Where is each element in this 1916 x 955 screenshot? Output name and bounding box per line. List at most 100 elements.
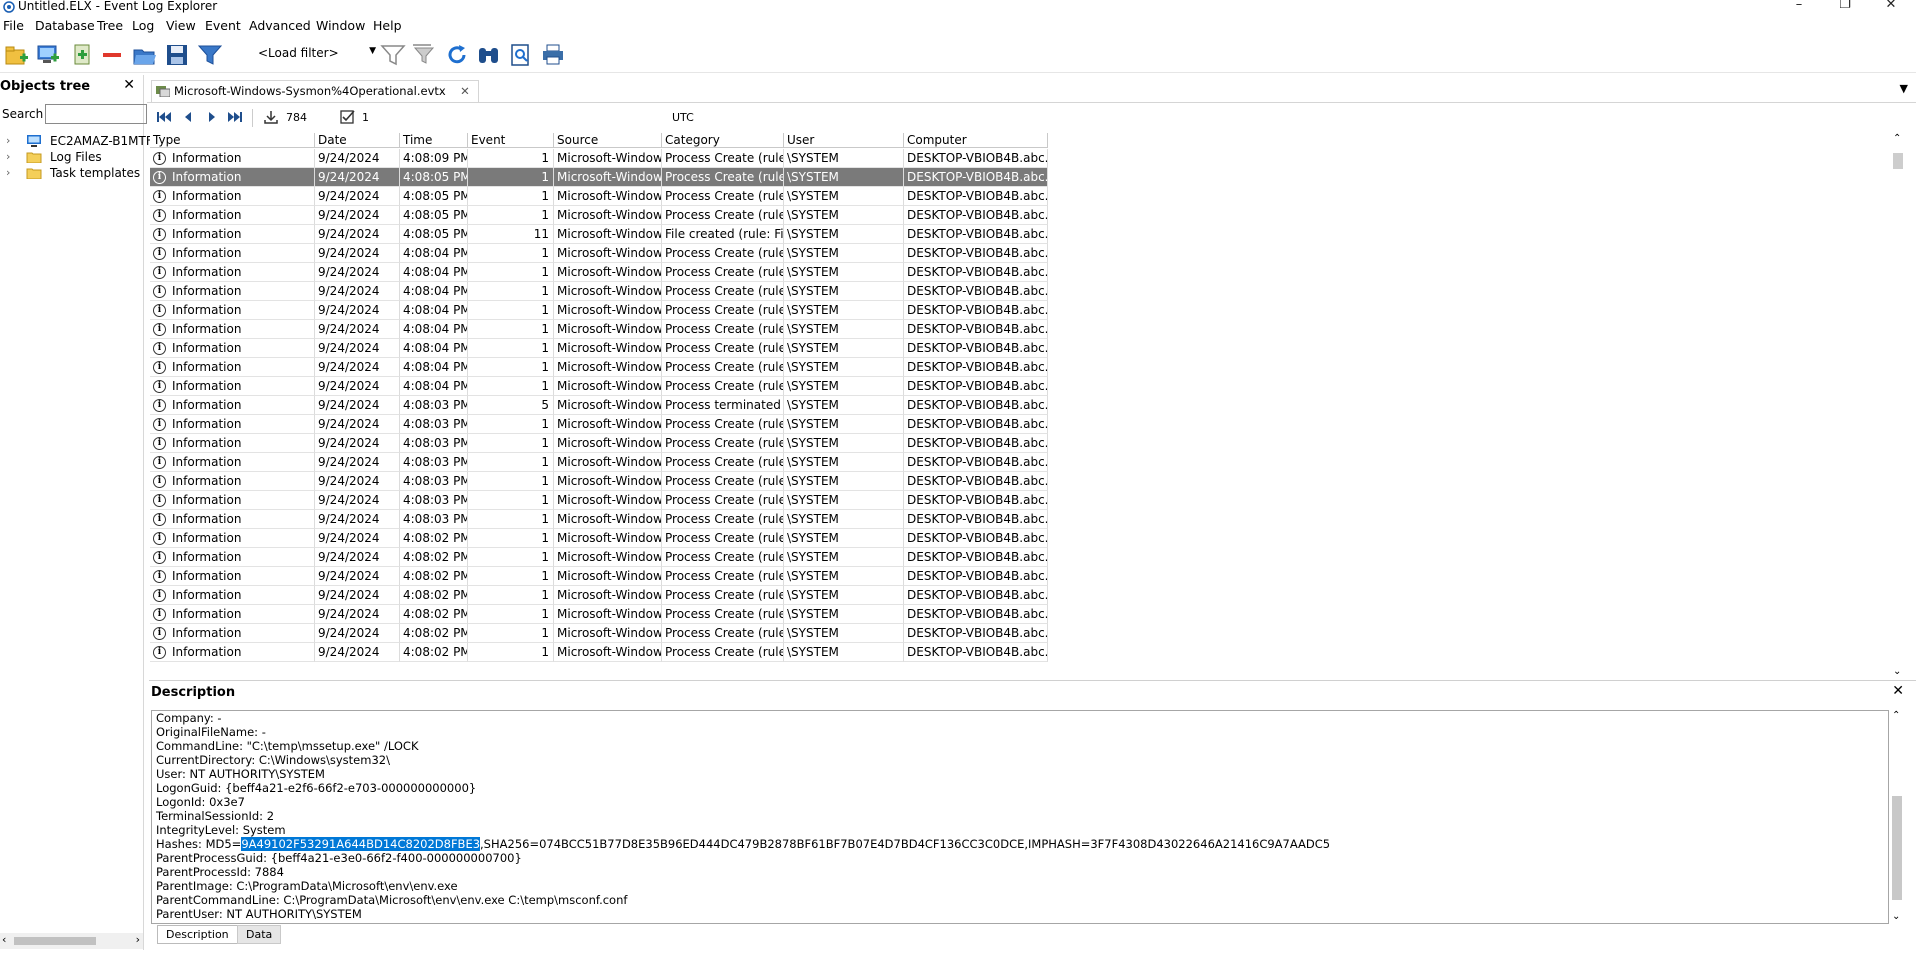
table-row[interactable]: i Information 9/24/2024 4:08:05 PM 1 Microsof… bbox=[150, 206, 1048, 225]
chevron-right-icon[interactable]: › bbox=[6, 133, 10, 149]
cell-type: i Information bbox=[150, 624, 315, 643]
table-row[interactable]: i Information 9/24/2024 4:08:04 PM 1 Microsof… bbox=[150, 320, 1048, 339]
column-header-category[interactable]: Category bbox=[662, 133, 784, 148]
table-row[interactable]: i Information 9/24/2024 4:08:03 PM 5 Microsof… bbox=[150, 396, 1048, 415]
table-row[interactable]: i Information 9/24/2024 4:08:03 PM 1 Microsof… bbox=[150, 510, 1048, 529]
scroll-left-icon[interactable]: ‹ bbox=[2, 933, 6, 946]
table-row[interactable]: i Information 9/24/2024 4:08:05 PM 1 Microsof… bbox=[150, 168, 1048, 187]
minimize-icon[interactable]: – bbox=[1776, 0, 1822, 14]
remove-icon[interactable] bbox=[100, 42, 126, 68]
description-text-box[interactable]: Company: - OriginalFileName: - CommandLine… bbox=[151, 710, 1889, 924]
new-folder-icon[interactable] bbox=[4, 42, 30, 68]
filter-icon[interactable] bbox=[197, 42, 223, 68]
table-row[interactable]: i Information 9/24/2024 4:08:05 PM 11 Microso… bbox=[150, 225, 1048, 244]
tree-item-task-templates[interactable]: › Task templates bbox=[0, 165, 143, 181]
scroll-down-icon[interactable]: ⌄ bbox=[1893, 666, 1901, 677]
menu-event[interactable]: Event bbox=[205, 18, 241, 34]
find-document-icon[interactable] bbox=[508, 42, 534, 68]
load-filter-dropdown[interactable]: <Load filter> ▼ bbox=[258, 46, 376, 64]
save-icon[interactable] bbox=[164, 42, 190, 68]
scroll-down-icon[interactable]: ⌄ bbox=[1892, 911, 1900, 922]
table-row[interactable]: i Information 9/24/2024 4:08:04 PM 1 Microsof… bbox=[150, 377, 1048, 396]
table-row[interactable]: i Information 9/24/2024 4:08:04 PM 1 Microsof… bbox=[150, 244, 1048, 263]
description-vertical-scrollbar[interactable]: ⌃ ⌄ bbox=[1889, 710, 1905, 922]
table-row[interactable]: i Information 9/24/2024 4:08:04 PM 1 Microsof… bbox=[150, 358, 1048, 377]
tab-list-dropdown-icon[interactable]: ▼ bbox=[1900, 82, 1908, 95]
table-row[interactable]: i Information 9/24/2024 4:08:02 PM 1 Microsof… bbox=[150, 567, 1048, 586]
table-row[interactable]: i Information 9/24/2024 4:08:02 PM 1 Microsof… bbox=[150, 624, 1048, 643]
menu-help[interactable]: Help bbox=[373, 18, 402, 34]
tree-item-computer[interactable]: › EC2AMAZ-B1MTF bbox=[0, 133, 153, 149]
column-header-source[interactable]: Source bbox=[554, 133, 662, 148]
table-row[interactable]: i Information 9/24/2024 4:08:09 PM 1 Microsof… bbox=[150, 149, 1048, 168]
table-row[interactable]: i Information 9/24/2024 4:08:02 PM 1 Microsof… bbox=[150, 643, 1048, 662]
search-input[interactable] bbox=[45, 104, 147, 124]
scrollbar-thumb[interactable] bbox=[1892, 796, 1902, 900]
scroll-up-icon[interactable]: ⌃ bbox=[1892, 710, 1900, 721]
filter-multi-icon[interactable] bbox=[411, 42, 437, 68]
scroll-up-icon[interactable]: ⌃ bbox=[1893, 133, 1901, 144]
add-computer-icon[interactable] bbox=[35, 42, 61, 68]
menu-database[interactable]: Database bbox=[35, 18, 95, 34]
scrollbar-thumb[interactable] bbox=[14, 937, 96, 945]
table-row[interactable]: i Information 9/24/2024 4:08:03 PM 1 Microsof… bbox=[150, 415, 1048, 434]
menu-view[interactable]: View bbox=[166, 18, 196, 34]
table-row[interactable]: i Information 9/24/2024 4:08:03 PM 1 Microsof… bbox=[150, 472, 1048, 491]
chevron-right-icon[interactable]: › bbox=[6, 149, 10, 165]
tab-description[interactable]: Description bbox=[157, 925, 238, 944]
menu-advanced[interactable]: Advanced bbox=[249, 18, 311, 34]
scroll-right-icon[interactable]: › bbox=[136, 933, 140, 946]
table-row[interactable]: i Information 9/24/2024 4:08:04 PM 1 Microsof… bbox=[150, 263, 1048, 282]
close-tab-icon[interactable]: ✕ bbox=[460, 81, 470, 102]
first-record-icon[interactable] bbox=[156, 110, 172, 124]
table-row[interactable]: i Information 9/24/2024 4:08:03 PM 1 Microsof… bbox=[150, 453, 1048, 472]
maximize-icon[interactable]: ❐ bbox=[1822, 0, 1868, 14]
close-icon[interactable]: ✕ bbox=[123, 77, 135, 93]
description-line: ParentProcessGuid: {beff4a21-e3e0-66f2-f… bbox=[156, 851, 522, 865]
tab-sysmon-log[interactable]: Microsoft-Windows-Sysmon%4Operational.ev… bbox=[151, 80, 479, 102]
table-row[interactable]: i Information 9/24/2024 4:08:04 PM 1 Microsof… bbox=[150, 301, 1048, 320]
menu-file[interactable]: File bbox=[3, 18, 24, 34]
column-header-event[interactable]: Event bbox=[468, 133, 554, 148]
print-icon[interactable] bbox=[540, 42, 566, 68]
cell-text: Information bbox=[172, 626, 242, 640]
cell-source: Microsoft-Windows bbox=[554, 605, 662, 624]
table-row[interactable]: i Information 9/24/2024 4:08:05 PM 1 Microsof… bbox=[150, 187, 1048, 206]
close-window-icon[interactable]: ✕ bbox=[1868, 0, 1914, 14]
table-row[interactable]: i Information 9/24/2024 4:08:03 PM 1 Microsof… bbox=[150, 491, 1048, 510]
tab-data[interactable]: Data bbox=[237, 925, 282, 944]
previous-record-icon[interactable] bbox=[180, 110, 196, 124]
horizontal-scrollbar[interactable]: ‹ › bbox=[0, 933, 143, 949]
menu-log[interactable]: Log bbox=[132, 18, 154, 34]
grid-vertical-scrollbar[interactable]: ⌃ ⌄ bbox=[1890, 133, 1906, 677]
table-row[interactable]: i Information 9/24/2024 4:08:02 PM 1 Microsof… bbox=[150, 529, 1048, 548]
column-header-computer[interactable]: Computer bbox=[904, 133, 1048, 148]
refresh-icon[interactable] bbox=[444, 42, 470, 68]
cell-source: Microsoft-Windows bbox=[554, 567, 662, 586]
binoculars-icon[interactable] bbox=[476, 42, 502, 68]
table-row[interactable]: i Information 9/24/2024 4:08:04 PM 1 Microsof… bbox=[150, 339, 1048, 358]
table-row[interactable]: i Information 9/24/2024 4:08:04 PM 1 Microsof… bbox=[150, 282, 1048, 301]
menu-window[interactable]: Window bbox=[316, 18, 365, 34]
column-header-time[interactable]: Time bbox=[400, 133, 468, 148]
next-record-icon[interactable] bbox=[204, 110, 220, 124]
chevron-right-icon[interactable]: › bbox=[6, 165, 10, 181]
selected-md5-hash[interactable]: 9A49102F53291A644BD14C8202D8FBE3 bbox=[241, 837, 481, 851]
column-header-date[interactable]: Date bbox=[315, 133, 400, 148]
cell-type: i Information bbox=[150, 187, 315, 206]
table-row[interactable]: i Information 9/24/2024 4:08:02 PM 1 Microsof… bbox=[150, 586, 1048, 605]
column-header-user[interactable]: User bbox=[784, 133, 904, 148]
table-row[interactable]: i Information 9/24/2024 4:08:03 PM 1 Microsof… bbox=[150, 434, 1048, 453]
close-icon[interactable]: ✕ bbox=[1892, 683, 1904, 699]
cell-type: i Information bbox=[150, 168, 315, 187]
filter-clear-icon[interactable] bbox=[380, 42, 406, 68]
open-folder-icon[interactable] bbox=[132, 42, 158, 68]
table-row[interactable]: i Information 9/24/2024 4:08:02 PM 1 Microsof… bbox=[150, 605, 1048, 624]
menu-tree[interactable]: Tree bbox=[97, 18, 123, 34]
column-header-type[interactable]: Type bbox=[150, 133, 315, 148]
add-log-icon[interactable] bbox=[70, 42, 96, 68]
scrollbar-thumb[interactable] bbox=[1893, 153, 1903, 169]
last-record-icon[interactable] bbox=[227, 110, 243, 124]
tree-item-log-files[interactable]: › Log Files bbox=[0, 149, 143, 165]
table-row[interactable]: i Information 9/24/2024 4:08:02 PM 1 Microsof… bbox=[150, 548, 1048, 567]
